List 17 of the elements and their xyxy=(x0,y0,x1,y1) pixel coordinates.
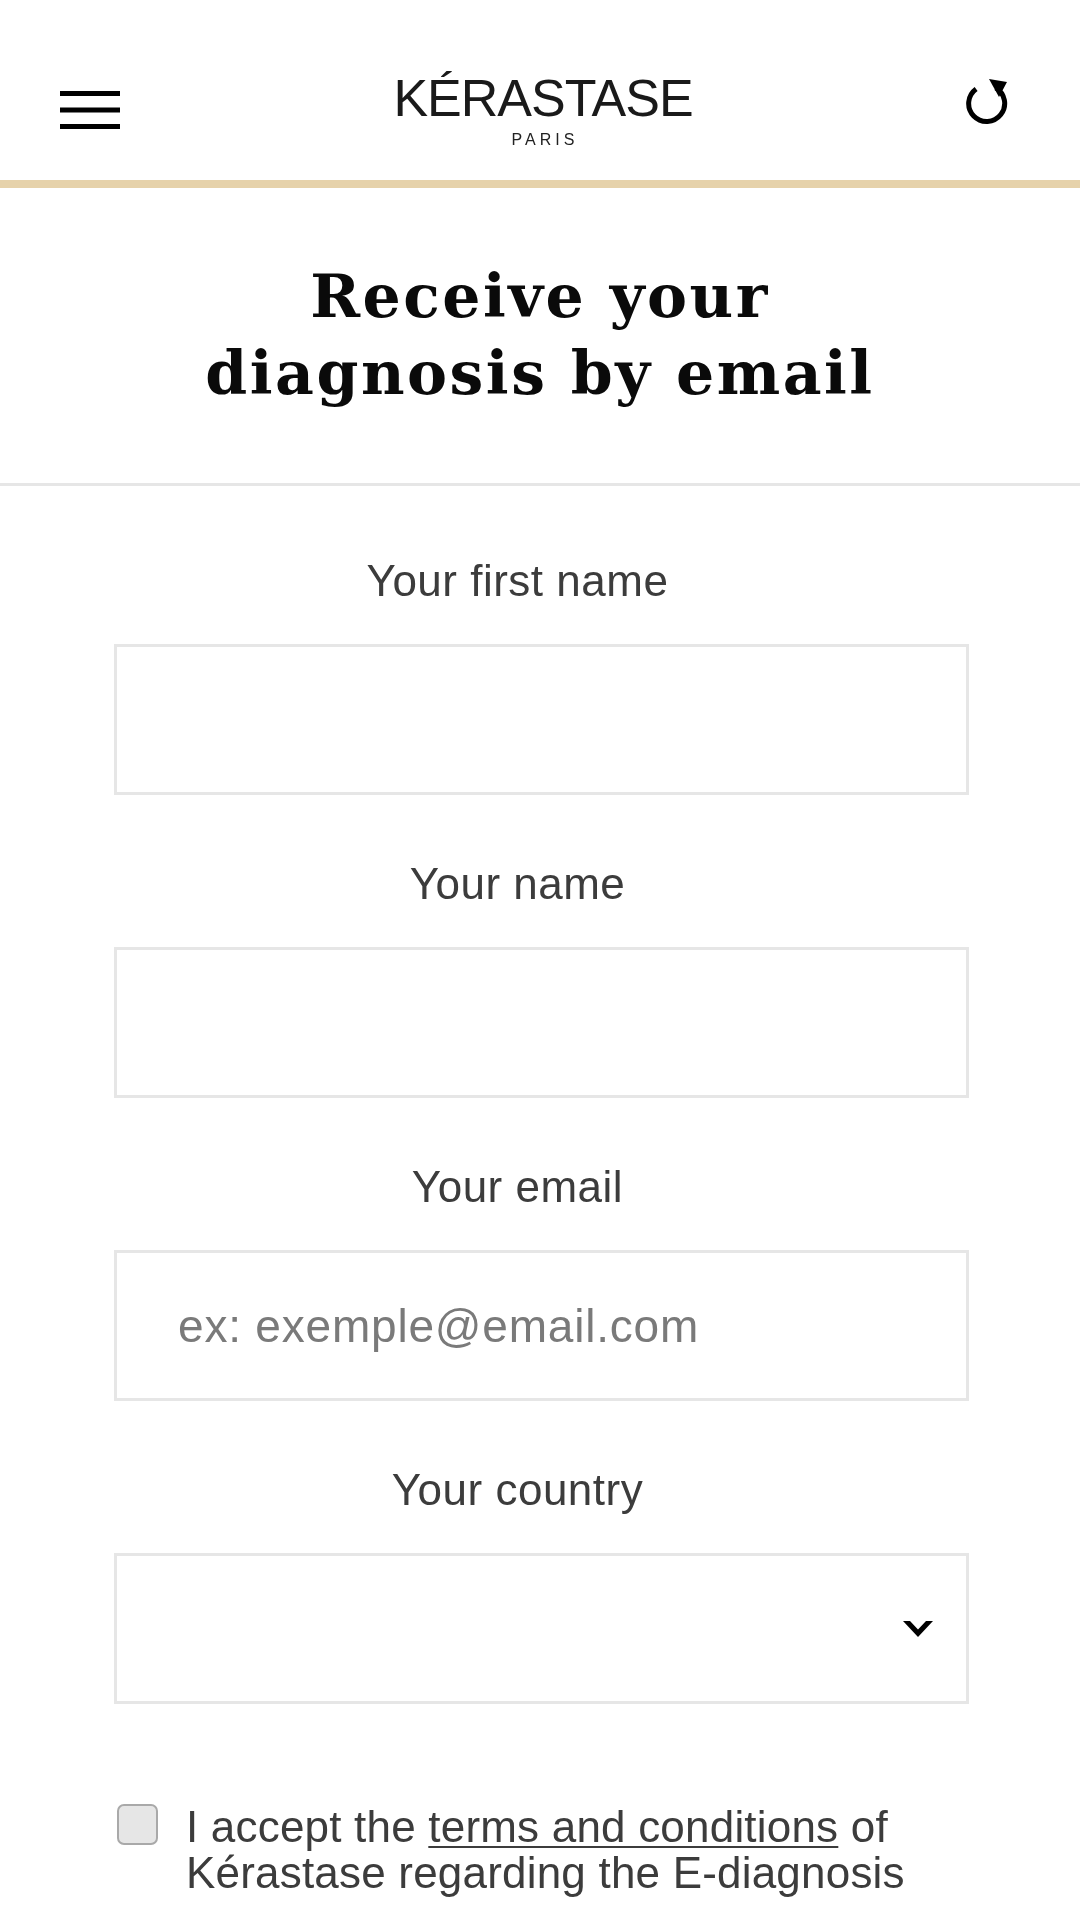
checkbox[interactable] xyxy=(117,1804,158,1845)
select-field[interactable] xyxy=(114,1553,969,1704)
page-title: Receive your diagnosis by email xyxy=(204,260,876,410)
brand-logo: KÉRASTASE xyxy=(393,72,693,124)
input-field[interactable] xyxy=(114,644,969,795)
consent-text: I accept the terms and conditions of Kérastase regarding the E-diagnosis xyxy=(186,1804,906,1896)
field-label: Your name xyxy=(409,859,626,909)
input-field[interactable] xyxy=(114,947,969,1098)
field-label: Your country xyxy=(391,1465,644,1515)
menu-icon[interactable] xyxy=(60,91,120,129)
field-label: Your email xyxy=(411,1162,624,1212)
terms-link[interactable]: terms and conditions xyxy=(428,1802,839,1851)
chevron-down-icon xyxy=(903,1620,933,1637)
email-field[interactable]: ex: exemple@email.com xyxy=(114,1250,969,1401)
field-label: Your first name xyxy=(366,556,669,606)
refresh-icon[interactable] xyxy=(966,78,1009,124)
logo-tagline: PARIS xyxy=(510,132,579,148)
